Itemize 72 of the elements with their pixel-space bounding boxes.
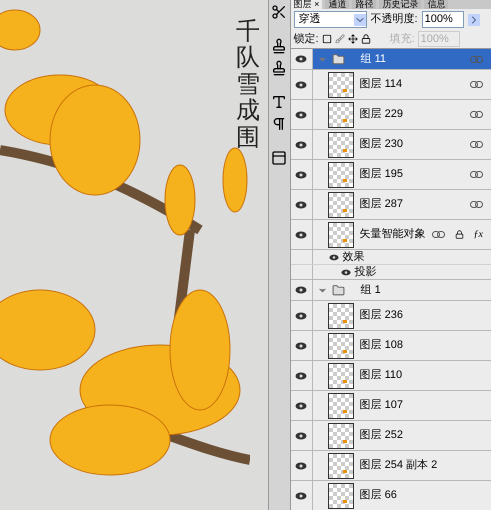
- opacity-field[interactable]: 100%: [422, 11, 464, 28]
- panel-tab[interactable]: 路径: [352, 0, 376, 9]
- fill-label: 填充:: [390, 32, 415, 47]
- layer-name: 图层 254 副本 2: [360, 458, 438, 474]
- caret-icon[interactable]: [468, 14, 480, 26]
- eye-icon[interactable]: [340, 268, 351, 276]
- layer-name: 图层 236: [360, 308, 404, 324]
- layer-thumbnail: [328, 162, 354, 188]
- eye-icon[interactable]: [295, 312, 308, 320]
- eye-icon[interactable]: [295, 492, 308, 500]
- lock-icon[interactable]: [360, 34, 371, 44]
- eye-icon[interactable]: [295, 342, 308, 350]
- layer-name: 图层 107: [360, 398, 404, 414]
- layer-thumbnail: [328, 452, 354, 478]
- layer-name: 图层 230: [360, 137, 404, 152]
- eye-icon[interactable]: [295, 140, 308, 148]
- eye-icon[interactable]: [295, 110, 308, 118]
- eye-icon[interactable]: [295, 462, 308, 470]
- layer-name: 图层 287: [360, 197, 404, 212]
- eye-icon[interactable]: [295, 170, 308, 178]
- layer-thumbnail: [328, 132, 354, 158]
- eye-icon[interactable]: [295, 55, 308, 63]
- layer-name: 图层 114: [360, 77, 404, 92]
- lock-transparency-icon[interactable]: [322, 34, 332, 44]
- stamp-icon[interactable]: [271, 60, 288, 76]
- close-icon[interactable]: ×: [312, 0, 320, 9]
- folder-icon: [332, 52, 345, 66]
- layer-thumbnail: [328, 332, 354, 358]
- eye-icon[interactable]: [295, 230, 308, 238]
- eye-icon[interactable]: [295, 200, 308, 208]
- effect-name: 投影: [354, 264, 377, 280]
- layer-thumbnail: [328, 302, 354, 328]
- caret-icon: [354, 14, 366, 26]
- eye-icon[interactable]: [295, 80, 308, 88]
- layer-thumbnail: [328, 72, 354, 98]
- folder-icon: [332, 284, 345, 296]
- layer-thumbnail: [328, 362, 354, 388]
- layer-thumbnail: [328, 392, 354, 418]
- layer-thumbnail: [328, 102, 354, 128]
- panel-tab[interactable]: 图层 ×: [290, 0, 322, 9]
- eye-icon[interactable]: [295, 432, 308, 440]
- pilcrow-icon[interactable]: [271, 116, 288, 132]
- opacity-label: 不透明度:: [370, 12, 418, 28]
- eye-icon[interactable]: [295, 286, 308, 294]
- lock-icon: [454, 230, 464, 239]
- text-icon[interactable]: [271, 94, 288, 110]
- panel-icon[interactable]: [271, 150, 288, 166]
- layer-thumbnail: [328, 222, 354, 248]
- group-name: 组 11: [360, 52, 388, 67]
- lock-label: 锁定:: [294, 32, 319, 47]
- layer-name: 图层 110: [360, 368, 404, 384]
- eye-icon[interactable]: [328, 254, 339, 260]
- eye-icon[interactable]: [295, 372, 308, 380]
- fx-icon: ƒx: [474, 227, 483, 242]
- eye-icon[interactable]: [295, 402, 308, 410]
- scissors-icon[interactable]: [271, 4, 288, 20]
- layer-name: 图层 108: [360, 338, 404, 354]
- blend-mode-dropdown[interactable]: 穿透: [294, 11, 367, 28]
- group-row[interactable]: 组 11: [312, 49, 491, 69]
- layer-thumbnail: [328, 422, 354, 448]
- vertical-text: 千队雪成围: [236, 18, 260, 150]
- layer-name: 图层 66: [360, 488, 398, 504]
- layer-name: 图层 195: [360, 167, 404, 182]
- layer-thumbnail: [328, 482, 354, 508]
- layer-thumbnail: [328, 192, 354, 218]
- move-icon[interactable]: [348, 34, 358, 44]
- effects-label: 效果: [342, 250, 365, 265]
- stamp-icon[interactable]: [271, 38, 288, 54]
- layer-name: 图层 229: [360, 107, 404, 122]
- layer-name: 图层 252: [360, 428, 404, 444]
- group-name: 组 1: [360, 282, 382, 298]
- layer-name: 矢量智能对象: [360, 227, 426, 242]
